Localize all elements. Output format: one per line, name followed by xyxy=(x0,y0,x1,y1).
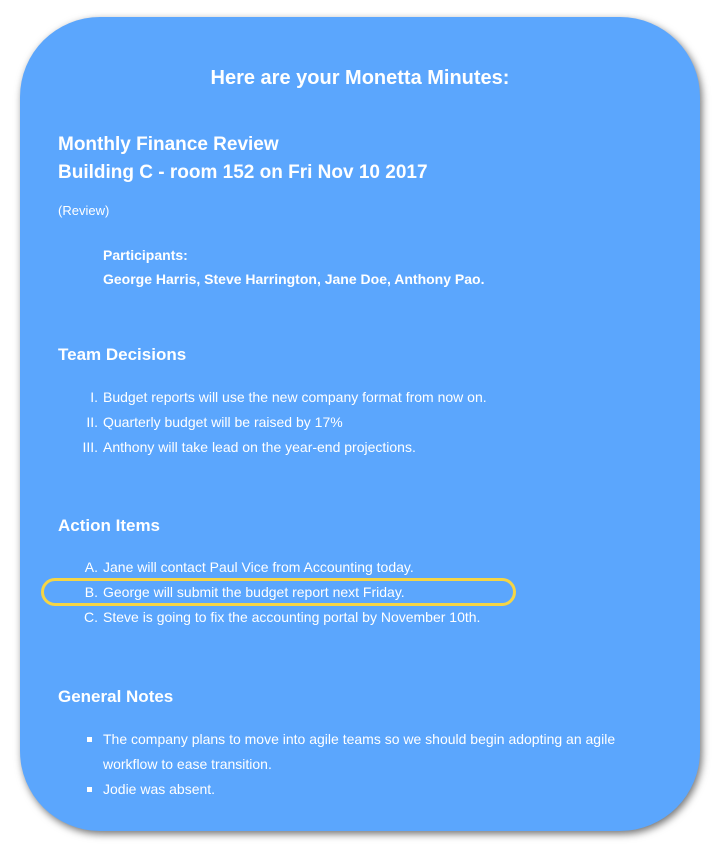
list-item-text: Jodie was absent. xyxy=(103,781,216,797)
participants-list: George Harris, Steve Harrington, Jane Do… xyxy=(103,271,485,287)
list-item-text: The company plans to move into agile tea… xyxy=(103,731,616,772)
list-item-text: Anthony will take lead on the year-end p… xyxy=(103,439,416,455)
bullet-icon xyxy=(87,787,92,792)
action-items-heading: Action Items xyxy=(58,516,161,535)
list-item: Jodie was absent. xyxy=(20,777,700,802)
general-notes-list: The company plans to move into agile tea… xyxy=(20,727,700,802)
participants-block: Participants: George Harris, Steve Harri… xyxy=(103,243,484,291)
list-item-text: Jane will contact Paul Vice from Account… xyxy=(103,559,414,575)
team-decisions-heading: Team Decisions xyxy=(58,345,187,364)
list-marker: III. xyxy=(82,439,98,455)
highlight-outline xyxy=(41,578,516,606)
list-marker: II. xyxy=(86,414,98,430)
list-item-text: Steve is going to fix the accounting por… xyxy=(103,609,481,625)
list-marker: I. xyxy=(90,389,98,405)
list-item-text: Quarterly budget will be raised by 17% xyxy=(103,414,343,430)
meeting-type: (Review) xyxy=(58,203,110,218)
participants-label: Participants: xyxy=(103,247,188,263)
page-title: Here are your Monetta Minutes: xyxy=(210,67,510,89)
bullet-icon xyxy=(87,737,92,742)
meeting-location-date: Building C - room 152 on Fri Nov 10 2017 xyxy=(58,162,428,183)
list-item: The company plans to move into agile tea… xyxy=(20,727,700,777)
list-marker: C. xyxy=(84,609,98,625)
general-notes-heading: General Notes xyxy=(58,687,174,706)
list-marker: A. xyxy=(84,559,98,575)
meeting-title-block: Monthly Finance Review Building C - room… xyxy=(58,131,428,187)
list-item-text: Budget reports will use the new company … xyxy=(103,389,487,405)
minutes-card: Here are your Monetta Minutes: Monthly F… xyxy=(20,17,700,831)
meeting-title: Monthly Finance Review xyxy=(58,134,279,155)
